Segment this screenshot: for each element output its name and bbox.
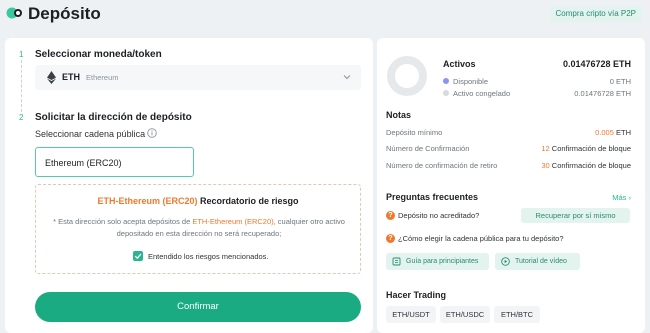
confirmations-label: Número de Confirmación — [386, 144, 470, 153]
risk-reminder: ETH-Ethereum (ERC20) Recordatorio de rie… — [35, 184, 361, 274]
beginners-guide-button[interactable]: Guía para principiantes — [386, 253, 489, 270]
risk-desc-prefix: * Esta dirección solo acepta depósitos d… — [53, 217, 193, 226]
withdraw-confirmations-label: Número de confirmación de retiro — [386, 161, 498, 170]
check-icon — [134, 253, 142, 260]
min-deposit-unit: ETH — [616, 128, 631, 137]
info-panel: Activos 0.01476728 ETH Disponible 0 ETH … — [377, 38, 645, 333]
book-icon — [392, 257, 401, 266]
chain-label: Seleccionar cadena pública — [35, 129, 146, 139]
risk-title: ETH-Ethereum (ERC20) Recordatorio de rie… — [36, 196, 360, 206]
available-label: Disponible — [453, 77, 489, 86]
p2p-button[interactable]: Compra cripto vía P2P — [549, 6, 642, 22]
coin-symbol: ETH — [62, 72, 80, 82]
ethereum-icon — [47, 71, 56, 84]
faq-question-1[interactable]: Depósito no acreditado? — [398, 211, 479, 220]
assets-donut-chart — [387, 56, 427, 96]
min-deposit-label: Depósito mínimo — [386, 128, 443, 137]
step-1-number: 1 — [19, 50, 24, 59]
video-tutorial-label: Tutorial de vídeo — [515, 258, 567, 265]
video-tutorial-button[interactable]: Tutorial de vídeo — [495, 253, 580, 270]
pair-eth-btc[interactable]: ETH/BTC — [494, 306, 540, 323]
coin-name: Ethereum — [86, 73, 119, 82]
play-icon — [501, 257, 510, 266]
faq-more-link[interactable]: Más › — [612, 193, 631, 202]
step-1-title: Seleccionar moneda/token — [35, 49, 162, 60]
risk-description: * Esta dirección solo acepta depósitos d… — [46, 216, 352, 240]
withdraw-confirmations-count: 30 — [541, 161, 550, 170]
withdraw-confirmations-unit: Confirmación de bloque — [551, 161, 631, 170]
page-title: Depósito — [28, 4, 101, 23]
faq-question-2[interactable]: ¿Cómo elegir la cadena pública para tu d… — [398, 234, 564, 243]
faq-more-label: Más — [612, 193, 627, 202]
available-dot — [443, 78, 449, 84]
beginners-guide-label: Guía para principiantes — [406, 258, 479, 265]
risk-checkbox-label: Entendido los riesgos mencionados. — [148, 252, 269, 261]
risk-checkbox[interactable] — [133, 251, 143, 261]
assets-title: Activos — [443, 59, 476, 69]
chevron-down-icon — [343, 75, 351, 80]
min-deposit-amount: 0.005 — [595, 128, 614, 137]
pair-eth-usdt[interactable]: ETH/USDT — [386, 306, 436, 323]
logo-icon — [6, 7, 22, 19]
self-recover-button[interactable]: Recuperar por sí mismo — [521, 208, 630, 223]
info-icon[interactable] — [147, 128, 157, 138]
step-connector — [21, 60, 22, 112]
confirm-button[interactable]: Confirmar — [35, 292, 361, 322]
confirmations-value: 12 Confirmación de bloque — [541, 144, 631, 153]
pair-eth-usdc[interactable]: ETH/USDC — [440, 306, 490, 323]
notes-title: Notas — [386, 110, 412, 120]
risk-title-text: Recordatorio de riesgo — [197, 196, 299, 206]
page-header: Depósito Compra cripto vía P2P — [0, 0, 650, 34]
confirmations-unit: Confirmación de bloque — [551, 144, 631, 153]
trading-title: Hacer Trading — [386, 290, 447, 300]
faq-title: Preguntas frecuentes — [386, 192, 479, 202]
available-value: 0 ETH — [609, 77, 631, 86]
deposit-form-card: 1 Seleccionar moneda/token ETH Ethereum … — [5, 38, 373, 333]
frozen-dot — [443, 90, 449, 96]
chain-option-label: Ethereum (ERC20) — [45, 158, 122, 168]
frozen-label: Activo congelado — [453, 89, 511, 98]
step-2-title: Solicitar la dirección de depósito — [35, 112, 192, 123]
step-2-number: 2 — [19, 113, 24, 122]
assets-total: 0.01476728 ETH — [562, 59, 631, 69]
chain-option-erc20[interactable]: Ethereum (ERC20) — [35, 147, 194, 177]
question-icon: ? — [386, 211, 395, 220]
risk-title-chain: ETH-Ethereum (ERC20) — [97, 196, 198, 206]
risk-desc-chain: ETH-Ethereum (ERC20) — [192, 217, 274, 226]
frozen-value: 0.01476728 ETH — [574, 89, 631, 98]
min-deposit-value: 0.005 ETH — [595, 128, 631, 137]
coin-select[interactable]: ETH Ethereum — [35, 65, 361, 90]
question-icon: ? — [386, 234, 395, 243]
chevron-right-icon: › — [628, 193, 632, 202]
confirmations-count: 12 — [541, 144, 550, 153]
withdraw-confirmations-value: 30 Confirmación de bloque — [541, 161, 631, 170]
